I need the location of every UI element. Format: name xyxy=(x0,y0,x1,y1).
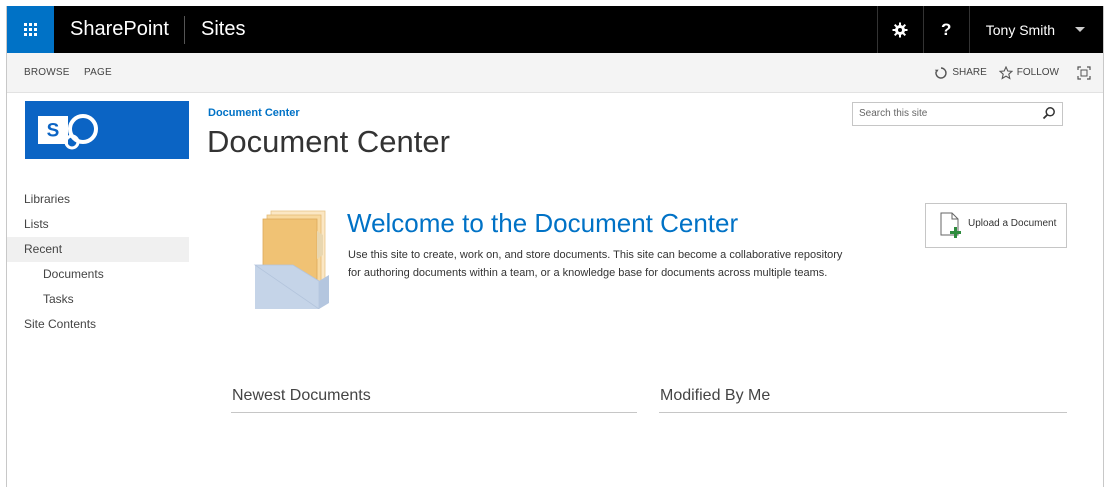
document-folder-icon xyxy=(253,210,329,309)
sites-link[interactable]: Sites xyxy=(201,6,245,53)
focus-on-content-button[interactable] xyxy=(1077,65,1095,80)
section-modified-by-me: Modified By Me xyxy=(660,387,771,404)
site-logo[interactable]: S xyxy=(25,101,189,159)
page-title: Document Center xyxy=(207,124,450,159)
app-launcher-button[interactable] xyxy=(7,6,54,53)
section-newest-documents: Newest Documents xyxy=(232,387,371,404)
share-label: SHARE xyxy=(952,67,987,78)
search-icon[interactable] xyxy=(1042,106,1056,120)
focus-icon xyxy=(1077,65,1091,80)
upload-document-button[interactable]: Upload a Document xyxy=(925,203,1067,248)
welcome-heading: Welcome to the Document Center xyxy=(347,208,739,238)
suite-divider xyxy=(184,16,185,44)
nav-item-site-contents[interactable]: Site Contents xyxy=(7,312,189,337)
welcome-text-line-1: Use this site to create, work on, and st… xyxy=(348,249,843,261)
nav-item-documents[interactable]: Documents xyxy=(7,262,189,287)
tab-browse[interactable]: BROWSE xyxy=(24,53,70,92)
nav-item-recent[interactable]: Recent xyxy=(7,237,189,262)
gear-icon xyxy=(892,22,908,37)
welcome-text-line-2: for authoring documents within a team, o… xyxy=(348,267,828,279)
nav-item-libraries[interactable]: Libraries xyxy=(7,187,189,212)
sharepoint-window: SharePoint Sites ? Tony Smith BROWSE PAG… xyxy=(6,6,1104,487)
left-navigation: Libraries Lists Recent Documents Tasks S… xyxy=(7,187,189,337)
user-menu-button[interactable]: Tony Smith xyxy=(968,6,1103,53)
follow-button[interactable]: FOLLOW xyxy=(998,65,1059,80)
suite-bar-right: ? Tony Smith xyxy=(876,6,1103,53)
welcome-description: Use this site to create, work on, and st… xyxy=(348,246,908,282)
search-box xyxy=(852,102,1063,126)
settings-button[interactable] xyxy=(876,6,923,53)
breadcrumb[interactable]: Document Center xyxy=(208,107,300,119)
section-divider xyxy=(231,412,637,413)
star-icon xyxy=(998,65,1013,80)
sharepoint-logo-icon: S xyxy=(38,114,98,150)
share-button[interactable]: SHARE xyxy=(934,66,987,80)
chevron-down-icon xyxy=(1075,27,1085,32)
upload-document-icon xyxy=(940,212,961,238)
upload-document-label: Upload a Document xyxy=(968,218,1057,229)
user-name: Tony Smith xyxy=(985,21,1055,38)
share-icon xyxy=(935,66,947,79)
ribbon: BROWSE PAGE SHARE FOLLOW xyxy=(7,53,1103,93)
svg-text:S: S xyxy=(47,121,60,142)
section-divider xyxy=(659,412,1067,413)
follow-label: FOLLOW xyxy=(1016,67,1059,78)
brand-title[interactable]: SharePoint xyxy=(70,6,169,53)
ribbon-actions: SHARE FOLLOW xyxy=(922,53,1095,92)
tab-page[interactable]: PAGE xyxy=(84,53,112,92)
app-launcher-icon xyxy=(24,23,37,36)
nav-item-tasks[interactable]: Tasks xyxy=(7,287,189,312)
search-input[interactable] xyxy=(853,103,1039,124)
suite-bar: SharePoint Sites ? Tony Smith xyxy=(7,6,1103,53)
help-button[interactable]: ? xyxy=(922,6,969,53)
nav-item-lists[interactable]: Lists xyxy=(7,212,189,237)
